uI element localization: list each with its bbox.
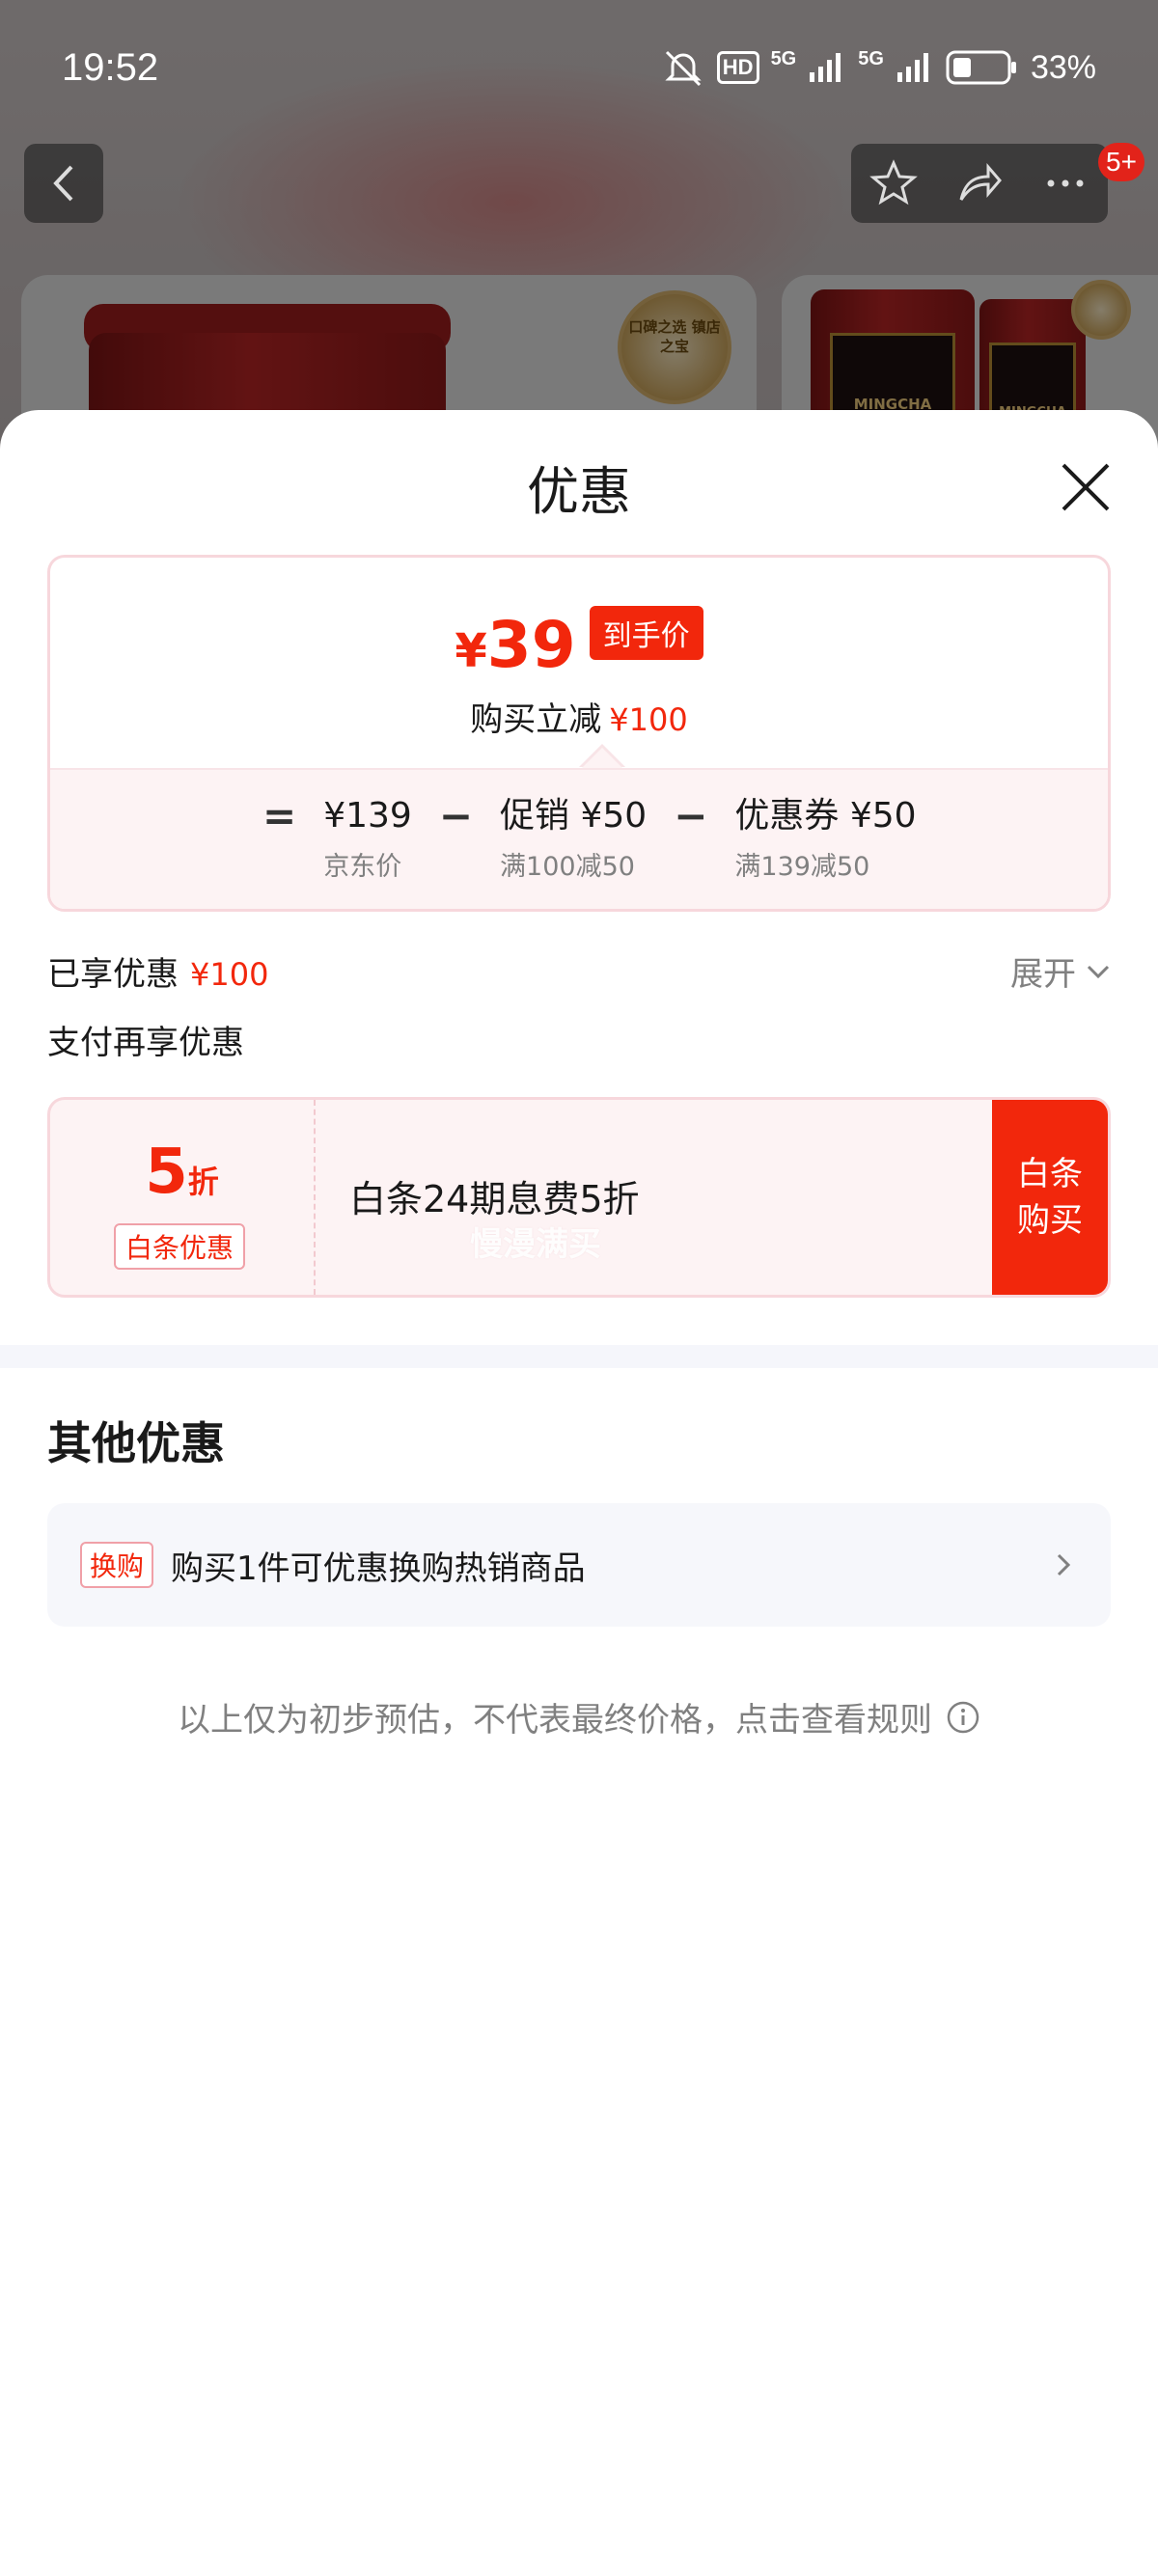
share-icon[interactable] xyxy=(955,159,1004,207)
card-notch-inner xyxy=(582,748,622,768)
expand-button[interactable]: 展开 xyxy=(1010,947,1111,995)
final-price-row: ¥39 到手价 xyxy=(50,606,1108,677)
signal-icon xyxy=(896,53,928,82)
hd-icon: HD xyxy=(716,51,759,84)
section-divider xyxy=(0,1345,1158,1368)
baitiao-offer-card[interactable]: 5折 白条优惠 白条24期息费5折 慢漫满买 白条购买 xyxy=(47,1097,1111,1298)
star-icon[interactable] xyxy=(869,159,919,207)
chevron-left-icon xyxy=(53,165,73,202)
instant-reduction: 购买立减 ¥100 xyxy=(470,700,688,739)
close-icon[interactable] xyxy=(1052,453,1119,521)
pay-more-label: 支付再享优惠 xyxy=(47,1024,244,1062)
minus-sign: − xyxy=(438,792,474,839)
final-price: ¥39 xyxy=(455,608,576,682)
status-icons: HD 5G 5G 33% xyxy=(661,48,1096,87)
final-price-tag: 到手价 xyxy=(589,606,703,660)
formula-term-promotion: 促销 ¥50 满100减50 xyxy=(500,796,648,882)
rules-footnote[interactable]: 以上仅为初步预估，不代表最终价格，点击查看规则 xyxy=(0,1693,1158,1740)
more-icon[interactable] xyxy=(1041,159,1089,207)
other-offer-item[interactable]: 换购 购买1件可优惠换购热销商品 xyxy=(47,1503,1111,1627)
nav-actions xyxy=(851,144,1108,223)
chevron-down-icon xyxy=(1087,965,1110,978)
formula-term-coupon: 优惠券 ¥50 满139减50 xyxy=(734,796,917,882)
baitiao-buy-button[interactable]: 白条购买 xyxy=(992,1100,1108,1295)
baitiao-tag: 白条优惠 xyxy=(114,1223,246,1270)
network-label: 5G xyxy=(770,48,797,69)
discount-sheet: 优惠 ¥39 到手价 购买立减 ¥100 = ¥139 京东价 − 促销 ¥50 … xyxy=(0,410,1158,2576)
price-formula: = ¥139 京东价 − 促销 ¥50 满100减50 − 优惠券 ¥50 满1… xyxy=(262,795,917,883)
baitiao-discount-panel: 5折 白条优惠 xyxy=(50,1100,316,1295)
mute-bell-icon xyxy=(665,50,702,87)
minus-sign: − xyxy=(674,792,708,839)
baitiao-offer-text: 白条24期息费5折 xyxy=(349,1178,640,1220)
chevron-right-icon xyxy=(1057,1553,1071,1576)
signal-icon xyxy=(810,53,841,82)
enjoyed-discount: 已享优惠 ¥100 xyxy=(47,955,269,994)
baitiao-watermark: 慢漫满买 xyxy=(470,1225,601,1264)
formula-term-jd-price: ¥139 京东价 xyxy=(323,796,412,882)
back-button[interactable] xyxy=(24,144,103,223)
message-count-badge: 5+ xyxy=(1098,143,1144,181)
info-icon xyxy=(947,1701,979,1733)
price-breakdown-card: ¥39 到手价 购买立减 ¥100 = ¥139 京东价 − 促销 ¥50 满10… xyxy=(47,555,1111,912)
equals-sign: = xyxy=(262,792,297,839)
other-offer-text: 购买1件可优惠换购热销商品 xyxy=(171,1548,586,1588)
trade-in-tag: 换购 xyxy=(80,1542,154,1588)
baitiao-discount: 5折 xyxy=(145,1137,219,1208)
sheet-title: 优惠 xyxy=(527,461,631,522)
price-formula-section: = ¥139 京东价 − 促销 ¥50 满100减50 − 优惠券 ¥50 满1… xyxy=(50,768,1108,909)
status-time: 19:52 xyxy=(62,46,159,89)
network-label: 5G xyxy=(858,48,884,69)
battery-percent: 33% xyxy=(1030,48,1096,86)
final-price-section: ¥39 到手价 购买立减 ¥100 xyxy=(50,558,1108,768)
other-offers-title: 其他优惠 xyxy=(47,1417,225,1469)
battery-icon xyxy=(946,50,1016,85)
